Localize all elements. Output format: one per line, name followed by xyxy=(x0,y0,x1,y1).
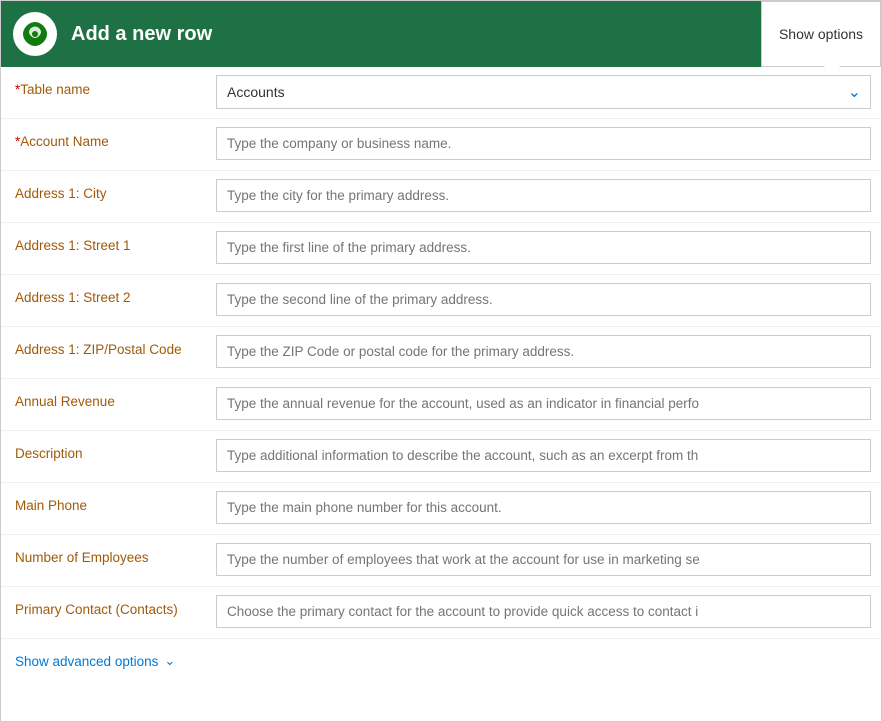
chevron-down-icon: ⌄ xyxy=(164,653,175,669)
table-name-select-wrapper: Accounts Contacts Leads Opportunities ⌄ xyxy=(216,75,871,109)
field-row-address-street1: Address 1: Street 1 xyxy=(1,223,881,275)
input-address-city[interactable] xyxy=(216,179,871,212)
field-wrapper-description xyxy=(206,431,881,480)
label-primary-contact: Primary Contact (Contacts) xyxy=(1,587,206,634)
field-row-annual-revenue: Annual Revenue xyxy=(1,379,881,431)
field-wrapper-annual-revenue xyxy=(206,379,881,428)
field-row-address-city: Address 1: City xyxy=(1,171,881,223)
app-logo xyxy=(13,12,57,56)
field-wrapper-address-street2 xyxy=(206,275,881,324)
field-wrapper-num-employees xyxy=(206,535,881,584)
field-row-account-name: Account Name xyxy=(1,119,881,171)
table-name-row: Table name Accounts Contacts Leads Oppor… xyxy=(1,67,881,119)
input-description[interactable] xyxy=(216,439,871,472)
label-description: Description xyxy=(1,431,206,478)
field-row-address-zip: Address 1: ZIP/Postal Code xyxy=(1,327,881,379)
field-row-num-employees: Number of Employees xyxy=(1,535,881,587)
show-advanced-options-button[interactable]: Show advanced options ⌄ xyxy=(15,653,175,669)
label-address-street1: Address 1: Street 1 xyxy=(1,223,206,270)
field-row-address-street2: Address 1: Street 2 xyxy=(1,275,881,327)
show-advanced-label: Show advanced options xyxy=(15,654,158,669)
input-main-phone[interactable] xyxy=(216,491,871,524)
field-row-primary-contact: Primary Contact (Contacts) xyxy=(1,587,881,639)
input-num-employees[interactable] xyxy=(216,543,871,576)
input-primary-contact[interactable] xyxy=(216,595,871,628)
field-row-main-phone: Main Phone xyxy=(1,483,881,535)
input-address-street1[interactable] xyxy=(216,231,871,264)
field-wrapper-address-city xyxy=(206,171,881,220)
form-content: Table name Accounts Contacts Leads Oppor… xyxy=(1,67,881,683)
page-title: Add a new row xyxy=(71,23,212,46)
label-address-zip: Address 1: ZIP/Postal Code xyxy=(1,327,206,374)
form-footer: Show advanced options ⌄ xyxy=(1,639,881,683)
label-main-phone: Main Phone xyxy=(1,483,206,530)
table-name-select[interactable]: Accounts Contacts Leads Opportunities xyxy=(216,75,871,109)
show-options-button[interactable]: Show options xyxy=(761,1,881,67)
field-row-description: Description xyxy=(1,431,881,483)
field-wrapper-address-street1 xyxy=(206,223,881,272)
header: Add a new row Show options xyxy=(1,1,881,67)
field-wrapper-main-phone xyxy=(206,483,881,532)
field-wrapper-primary-contact xyxy=(206,587,881,636)
fields-container: Account Name Address 1: City Address 1: St… xyxy=(1,119,881,639)
input-annual-revenue[interactable] xyxy=(216,387,871,420)
table-name-label: Table name xyxy=(1,67,206,114)
field-wrapper-account-name xyxy=(206,119,881,168)
label-annual-revenue: Annual Revenue xyxy=(1,379,206,426)
field-wrapper-address-zip xyxy=(206,327,881,376)
label-account-name: Account Name xyxy=(1,119,206,166)
input-address-street2[interactable] xyxy=(216,283,871,316)
input-account-name[interactable] xyxy=(216,127,871,160)
label-num-employees: Number of Employees xyxy=(1,535,206,582)
table-name-field: Accounts Contacts Leads Opportunities ⌄ xyxy=(206,67,881,117)
label-address-city: Address 1: City xyxy=(1,171,206,218)
input-address-zip[interactable] xyxy=(216,335,871,368)
label-address-street2: Address 1: Street 2 xyxy=(1,275,206,322)
